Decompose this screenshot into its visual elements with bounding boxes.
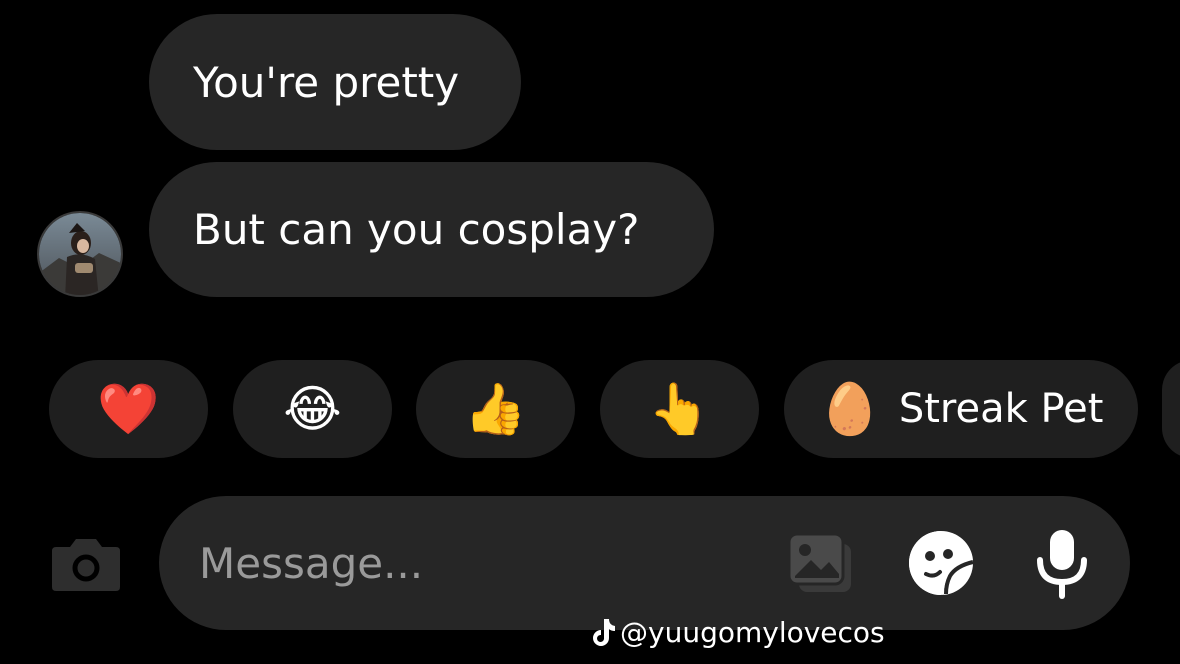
red-heart-icon: ❤️ (97, 380, 160, 438)
reaction-more-button[interactable] (1162, 360, 1180, 458)
streak-pet-label: Streak Pet (898, 386, 1104, 432)
pointing-finger-icon: 👆 (648, 380, 711, 438)
reaction-thumbs-up-button[interactable]: 👍 (416, 360, 575, 458)
message-text: You're pretty (193, 57, 460, 107)
sender-avatar[interactable] (37, 211, 123, 297)
tears-of-joy-icon: 😂 (283, 380, 342, 438)
gallery-button[interactable] (781, 528, 861, 598)
avatar-photo (39, 213, 121, 295)
camera-icon (52, 539, 120, 591)
reaction-heart-button[interactable]: ❤️ (49, 360, 208, 458)
quick-reaction-bar: ❤️ 😂 👍 👆 🥚 Streak Pet (0, 360, 1180, 460)
message-composer: Message... (159, 496, 1130, 630)
sticker-icon (909, 530, 974, 595)
microphone-icon (1037, 530, 1087, 599)
watermark-handle: @yuugomylovecos (620, 615, 885, 649)
message-input[interactable]: Message... (199, 496, 423, 630)
message-placeholder: Message... (199, 538, 424, 588)
thumbs-up-icon: 👍 (464, 380, 527, 438)
message-text: But can you cosplay? (193, 205, 640, 254)
sticker-button[interactable] (903, 526, 979, 600)
gallery-icon (787, 532, 851, 592)
tiktok-icon (593, 619, 615, 646)
voice-message-button[interactable] (1027, 524, 1097, 602)
message-bubble-1[interactable]: You're pretty (149, 14, 521, 150)
egg-pet-icon: 🥚 (818, 380, 881, 438)
message-bubble-2[interactable]: But can you cosplay? (149, 162, 714, 297)
camera-button[interactable] (48, 530, 124, 596)
reaction-laugh-button[interactable]: 😂 (233, 360, 392, 458)
tiktok-watermark: @yuugomylovecos (590, 612, 885, 652)
reaction-point-button[interactable]: 👆 (600, 360, 759, 458)
streak-pet-button[interactable]: 🥚 Streak Pet (784, 360, 1138, 458)
